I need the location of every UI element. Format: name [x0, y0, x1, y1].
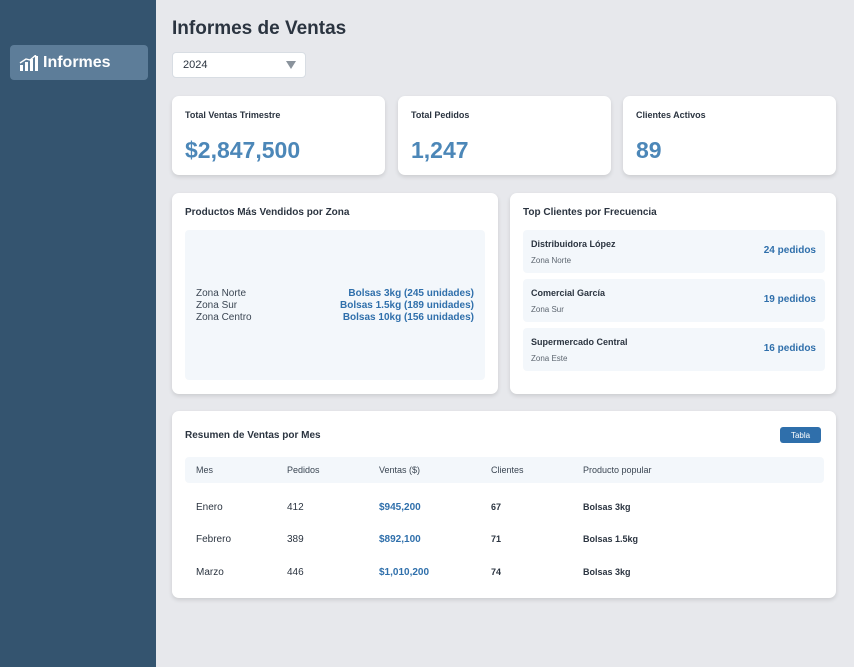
cell-product: Bolsas 1.5kg: [583, 534, 639, 544]
stat-card-active-clients: Clientes Activos 89: [623, 96, 836, 175]
table-row: Enero 412 $945,200 67 Bolsas 3kg: [172, 502, 838, 522]
client-item: Distribuidora López Zona Norte 24 pedido…: [523, 230, 825, 273]
client-orders: 24 pedidos: [763, 245, 816, 256]
zone-row: Zona Sur Bolsas 1.5kg (189 unidades): [196, 300, 474, 312]
sidebar: Informes: [0, 0, 156, 667]
top-clients-card: Top Clientes por Frecuencia Distribuidor…: [510, 193, 836, 394]
column-header-clients: Clientes: [491, 465, 524, 475]
cell-month: Febrero: [196, 534, 232, 545]
zone-name: Zona Norte: [196, 288, 247, 299]
table-row: Marzo 446 $1,010,200 74 Bolsas 3kg: [172, 567, 838, 587]
zones-list: Zona Norte Bolsas 3kg (245 unidades) Zon…: [185, 230, 485, 380]
client-name: Comercial García: [531, 288, 606, 298]
stat-label: Total Pedidos: [411, 110, 470, 120]
client-zone: Zona Norte: [531, 256, 572, 265]
cell-month: Marzo: [196, 567, 224, 578]
zone-row: Zona Norte Bolsas 3kg (245 unidades): [196, 288, 474, 300]
page-title: Informes de Ventas: [172, 18, 347, 39]
year-select[interactable]: 2024: [172, 52, 306, 78]
sidebar-item-label: Informes: [43, 53, 111, 71]
client-name: Supermercado Central: [531, 337, 628, 347]
stat-label: Clientes Activos: [636, 110, 706, 120]
cell-sales: $945,200: [379, 502, 421, 513]
monthly-title: Resumen de Ventas por Mes: [185, 430, 321, 441]
table-view-button[interactable]: Tabla: [780, 427, 821, 443]
column-header-sales: Ventas ($): [379, 465, 421, 475]
cell-orders: 412: [287, 502, 304, 513]
client-zone: Zona Este: [531, 354, 568, 363]
cell-sales: $892,100: [379, 534, 421, 545]
client-orders: 19 pedidos: [763, 294, 816, 305]
column-header-month: Mes: [196, 465, 214, 475]
client-zone: Zona Sur: [531, 305, 564, 314]
client-name: Distribuidora López: [531, 239, 616, 249]
stat-card-total-sales: Total Ventas Trimestre $2,847,500: [172, 96, 385, 175]
cell-clients: 71: [491, 534, 502, 544]
cell-sales: $1,010,200: [379, 567, 430, 578]
main-content: Informes de Ventas 2024 Total Ventas Tri…: [172, 0, 838, 667]
cell-product: Bolsas 3kg: [583, 502, 631, 512]
stat-value: $2,847,500: [185, 137, 301, 163]
sidebar-item-informes[interactable]: Informes: [10, 45, 148, 80]
cell-product: Bolsas 3kg: [583, 567, 631, 577]
year-select-value: 2024: [183, 59, 208, 71]
column-header-product: Producto popular: [583, 465, 652, 475]
table-header: Mes Pedidos Ventas ($) Clientes Producto…: [185, 457, 824, 483]
zone-row: Zona Centro Bolsas 10kg (156 unidades): [196, 312, 474, 324]
cell-clients: 74: [491, 567, 502, 577]
chevron-down-icon: [286, 61, 296, 69]
client-item: Comercial García Zona Sur 19 pedidos: [523, 279, 825, 322]
zone-product: Bolsas 1.5kg (189 unidades): [340, 300, 474, 311]
stat-label: Total Ventas Trimestre: [185, 110, 281, 120]
stat-card-total-orders: Total Pedidos 1,247: [398, 96, 611, 175]
zones-card: Productos Más Vendidos por Zona Zona Nor…: [172, 193, 498, 394]
client-item: Supermercado Central Zona Este 16 pedido…: [523, 328, 825, 371]
zone-product: Bolsas 10kg (156 unidades): [342, 312, 474, 323]
zone-name: Zona Sur: [196, 300, 238, 311]
top-clients-title: Top Clientes por Frecuencia: [523, 207, 657, 218]
cell-clients: 67: [491, 502, 502, 512]
cell-orders: 389: [287, 534, 304, 545]
zone-product: Bolsas 3kg (245 unidades): [348, 288, 474, 299]
stat-value: 89: [636, 137, 662, 163]
bar-chart-icon: [19, 54, 38, 71]
table-row: Febrero 389 $892,100 71 Bolsas 1.5kg: [172, 534, 838, 554]
stat-value: 1,247: [411, 137, 469, 163]
client-orders: 16 pedidos: [763, 343, 816, 354]
cell-orders: 446: [287, 567, 304, 578]
monthly-summary-card: Resumen de Ventas por Mes Tabla Mes Pedi…: [172, 411, 836, 598]
column-header-orders: Pedidos: [287, 465, 320, 475]
cell-month: Enero: [196, 502, 223, 513]
zones-title: Productos Más Vendidos por Zona: [185, 207, 350, 218]
zone-name: Zona Centro: [196, 312, 252, 323]
